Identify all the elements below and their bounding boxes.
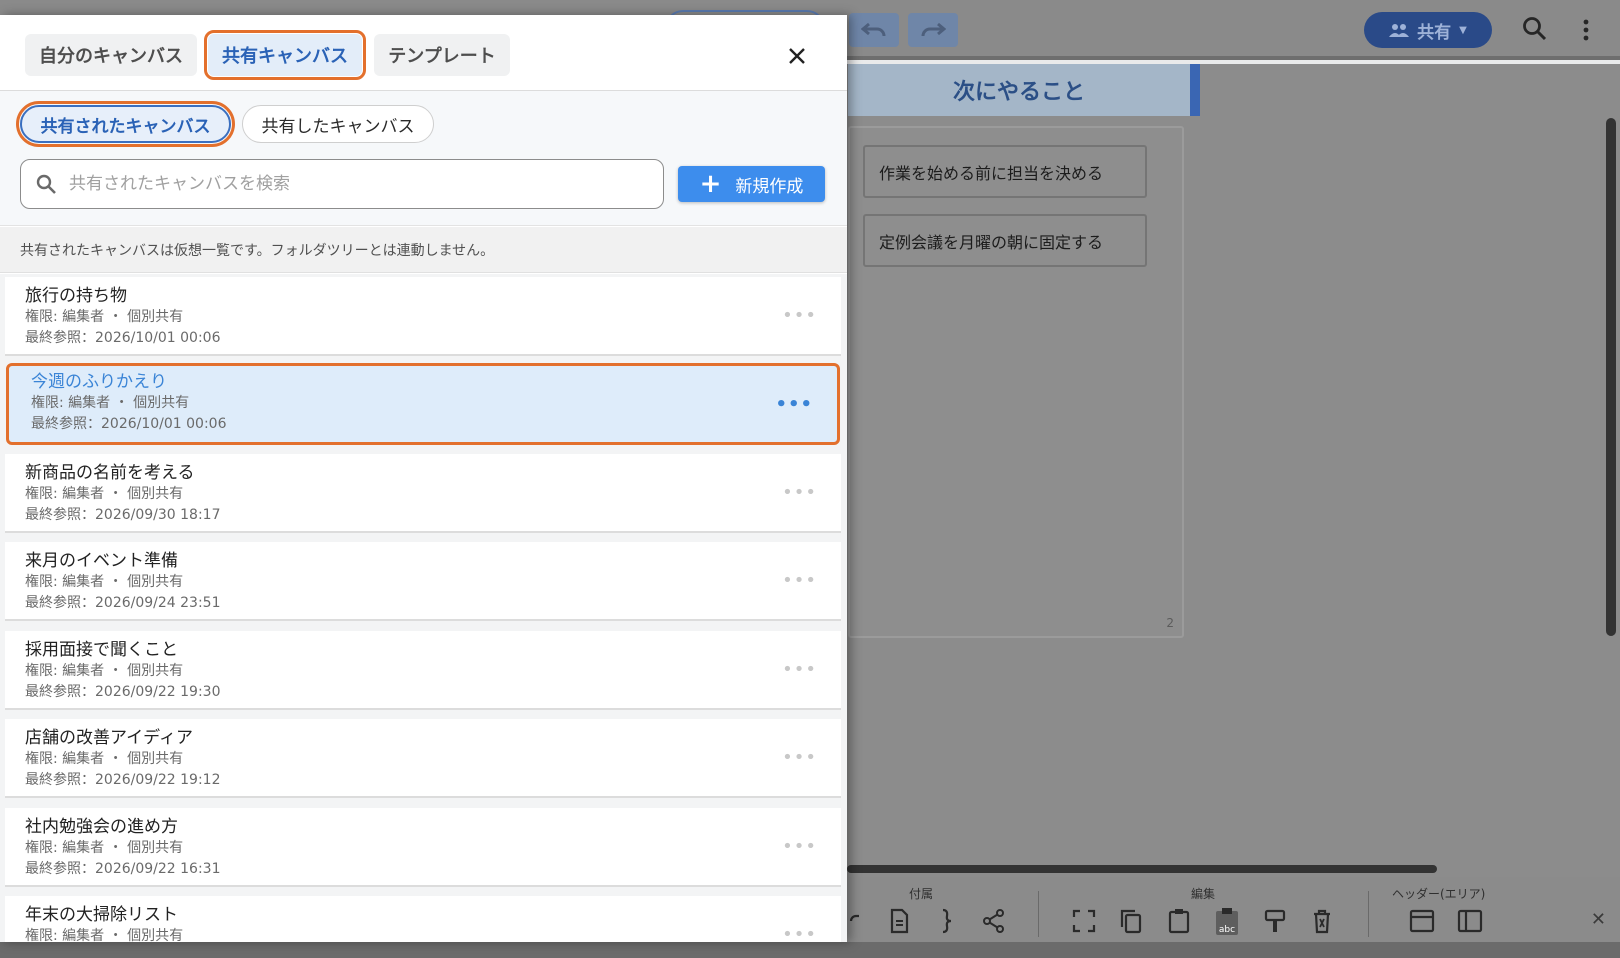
- more-horizontal-icon[interactable]: •••: [782, 305, 817, 326]
- link-icon[interactable]: [847, 907, 875, 935]
- share-label: 共有: [1417, 22, 1452, 43]
- redo-button[interactable]: [908, 13, 958, 47]
- svg-text:abc: abc: [1219, 925, 1235, 935]
- drawer-tabs: 自分のキャンバス 共有キャンバス テンプレート: [0, 15, 847, 91]
- chip-shared-by-me[interactable]: 共有したキャンバス: [242, 105, 434, 143]
- list-item[interactable]: 年末の大掃除リスト 権限: 編集者 ・ 個別共有 •••: [5, 896, 841, 942]
- item-permission: 権限: 編集者 ・ 個別共有: [25, 574, 184, 590]
- item-permission: 権限: 編集者 ・ 個別共有: [25, 840, 184, 856]
- filter-area: 共有されたキャンバス 共有したキャンバス + 新規作成: [0, 91, 847, 226]
- item-permission: 権限: 編集者 ・ 個別共有: [25, 751, 184, 767]
- delete-icon[interactable]: [1308, 907, 1336, 935]
- more-horizontal-icon[interactable]: •••: [782, 659, 817, 680]
- close-icon[interactable]: ✕: [1591, 909, 1606, 930]
- tab-shared-canvases[interactable]: 共有キャンバス: [204, 30, 366, 80]
- item-title: 新商品の名前を考える: [25, 463, 195, 483]
- divider: [1038, 891, 1039, 937]
- list-item[interactable]: 社内勉強会の進め方 権限: 編集者 ・ 個別共有 最終参照：2026/09/22…: [5, 808, 841, 887]
- list-item[interactable]: 旅行の持ち物 権限: 編集者 ・ 個別共有 最終参照：2026/10/01 00…: [5, 277, 841, 356]
- more-vertical-icon[interactable]: [1582, 18, 1590, 46]
- app-bottom-edge: [0, 942, 1620, 958]
- share-button[interactable]: 共有 ▼: [1364, 12, 1492, 48]
- undo-icon: [861, 22, 886, 37]
- item-permission: 権限: 編集者 ・ 個別共有: [25, 928, 184, 942]
- group-label-attach: 付属: [909, 887, 934, 901]
- search-icon[interactable]: [1522, 16, 1548, 46]
- horizontal-scrollbar[interactable]: [847, 865, 1437, 873]
- item-last-viewed: 最終参照：2026/09/22 19:30: [25, 684, 221, 700]
- item-title: 採用面接で聞くこと: [25, 640, 178, 660]
- more-horizontal-icon[interactable]: •••: [782, 482, 817, 503]
- area-count: 2: [1166, 616, 1174, 630]
- tab-my-canvases[interactable]: 自分のキャンバス: [25, 34, 197, 76]
- item-title: 年末の大掃除リスト: [25, 905, 178, 925]
- item-permission: 権限: 編集者 ・ 個別共有: [31, 395, 190, 411]
- info-notice: 共有されたキャンバスは仮想一覧です。フォルダツリーとは連動しません。: [0, 227, 847, 273]
- item-permission: 権限: 編集者 ・ 個別共有: [25, 663, 184, 679]
- list-item[interactable]: 店舗の改善アイディア 権限: 編集者 ・ 個別共有 最終参照：2026/09/2…: [5, 719, 841, 798]
- search-input[interactable]: [69, 174, 629, 194]
- list-item-selected[interactable]: 今週のふりかえり 権限: 編集者 ・ 個別共有 最終参照：2026/10/01 …: [6, 363, 840, 445]
- header-top-icon[interactable]: [1408, 907, 1436, 935]
- vertical-scrollbar[interactable]: [1606, 118, 1616, 636]
- copy-icon[interactable]: [1117, 907, 1145, 935]
- fullscreen-icon[interactable]: [1070, 907, 1098, 935]
- item-last-viewed: 最終参照：2026/10/01 00:06: [25, 330, 221, 346]
- item-last-viewed: 最終参照：2026/09/22 16:31: [25, 861, 221, 877]
- more-horizontal-icon[interactable]: •••: [782, 747, 817, 768]
- search-icon: [36, 174, 56, 194]
- item-last-viewed: 最終参照：2026/10/01 00:06: [31, 416, 227, 432]
- list-item[interactable]: 新商品の名前を考える 権限: 編集者 ・ 個別共有 最終参照：2026/09/3…: [5, 454, 841, 533]
- format-paint-icon[interactable]: [1261, 907, 1289, 935]
- item-title: 来月のイベント準備: [25, 551, 178, 571]
- more-horizontal-icon[interactable]: •••: [782, 570, 817, 591]
- document-icon[interactable]: [885, 907, 913, 935]
- item-permission: 権限: 編集者 ・ 個別共有: [25, 486, 184, 502]
- bottom-toolbar: 付属 編集 ヘッダー(エリア) abc ✕: [847, 877, 1620, 942]
- sticky-note[interactable]: 定例会議を月曜の朝に固定する: [863, 214, 1147, 267]
- item-title: 今週のふりかえり: [31, 372, 167, 392]
- close-icon: [789, 48, 805, 64]
- divider: [1368, 891, 1369, 937]
- close-button[interactable]: [782, 41, 812, 71]
- more-horizontal-icon[interactable]: •••: [782, 836, 817, 857]
- item-last-viewed: 最終参照：2026/09/30 18:17: [25, 507, 221, 523]
- caret-down-icon: ▼: [1459, 24, 1467, 36]
- area-header[interactable]: 次にやること: [848, 64, 1200, 116]
- more-horizontal-icon[interactable]: •••: [775, 394, 813, 415]
- undo-button[interactable]: [849, 13, 899, 47]
- canvas-list: 旅行の持ち物 権限: 編集者 ・ 個別共有 最終参照：2026/10/01 00…: [0, 274, 847, 942]
- chip-shared-with-me[interactable]: 共有されたキャンバス: [16, 101, 235, 147]
- paste-text-icon[interactable]: abc: [1213, 907, 1241, 935]
- item-last-viewed: 最終参照：2026/09/22 19:12: [25, 772, 221, 788]
- more-horizontal-icon[interactable]: •••: [782, 924, 817, 942]
- search-field[interactable]: [20, 159, 664, 209]
- list-item[interactable]: 来月のイベント準備 権限: 編集者 ・ 個別共有 最終参照：2026/09/24…: [5, 542, 841, 621]
- item-title: 旅行の持ち物: [25, 286, 127, 306]
- plus-icon: +: [699, 169, 722, 199]
- new-canvas-label: 新規作成: [735, 176, 804, 197]
- area-box[interactable]: 2: [848, 126, 1184, 638]
- canvas-list-drawer: 自分のキャンバス 共有キャンバス テンプレート 共有されたキャンバス 共有したキ…: [0, 15, 847, 942]
- item-permission: 権限: 編集者 ・ 個別共有: [25, 309, 184, 325]
- item-last-viewed: 最終参照：2026/09/24 23:51: [25, 595, 221, 611]
- group-label-header: ヘッダー(エリア): [1392, 887, 1486, 901]
- list-item[interactable]: 採用面接で聞くこと 権限: 編集者 ・ 個別共有 最終参照：2026/09/22…: [5, 631, 841, 710]
- clipboard-icon[interactable]: [1165, 907, 1193, 935]
- header-side-icon[interactable]: [1456, 907, 1484, 935]
- tab-templates[interactable]: テンプレート: [374, 34, 510, 76]
- item-title: 社内勉強会の進め方: [25, 817, 178, 837]
- sticky-note[interactable]: 作業を始める前に担当を決める: [863, 145, 1147, 198]
- people-icon: [1389, 24, 1410, 37]
- new-canvas-button[interactable]: + 新規作成: [678, 166, 825, 202]
- share-node-icon[interactable]: [980, 907, 1008, 935]
- redo-icon: [921, 22, 946, 37]
- brace-icon[interactable]: [933, 907, 961, 935]
- item-title: 店舗の改善アイディア: [25, 728, 193, 748]
- group-label-edit: 編集: [1191, 887, 1216, 901]
